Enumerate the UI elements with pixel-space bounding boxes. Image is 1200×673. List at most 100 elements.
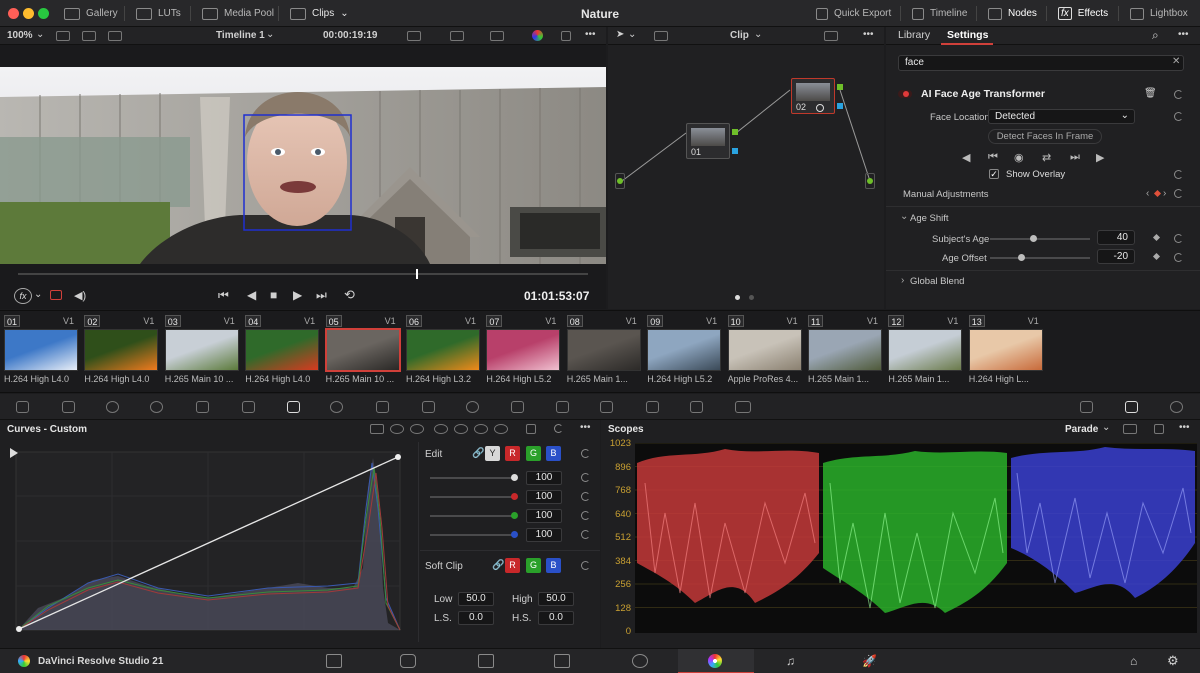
color-wheels-icon[interactable] — [106, 401, 119, 413]
tab-settings[interactable]: Settings — [947, 29, 988, 41]
reset-icon[interactable] — [1174, 253, 1183, 262]
more-options-icon[interactable]: ••• — [863, 29, 874, 40]
more-options-icon[interactable]: ••• — [1178, 29, 1189, 40]
qualifier-icon[interactable] — [490, 31, 504, 41]
scope-settings-icon[interactable] — [1123, 424, 1137, 434]
clip-thumbnail[interactable]: 03 V1 H.265 Main 10 ... — [161, 313, 239, 389]
channel-g-button[interactable]: G — [526, 446, 541, 461]
chevron-down-icon[interactable]: ⌄ — [900, 211, 908, 222]
hs-input[interactable]: 0.0 — [538, 611, 574, 625]
gallery-button[interactable]: Gallery — [58, 0, 124, 27]
softclip-g-button[interactable]: G — [526, 558, 541, 573]
lum-vs-sat-icon[interactable] — [454, 424, 468, 434]
reset-icon[interactable] — [1174, 90, 1183, 99]
playhead-scrubber[interactable] — [18, 273, 588, 275]
single-viewer-icon[interactable] — [56, 31, 70, 41]
timeline-selector[interactable]: Timeline 1 — [216, 30, 265, 41]
color-page-tab[interactable] — [678, 649, 754, 673]
channel-y-button[interactable]: Y — [485, 446, 500, 461]
luts-button[interactable]: LUTs — [130, 0, 187, 27]
hue-vs-hue-icon[interactable] — [390, 424, 404, 434]
curves-icon[interactable] — [287, 401, 300, 413]
fullscreen-icon[interactable] — [561, 31, 571, 41]
age-offset-slider-knob[interactable] — [1018, 254, 1025, 261]
clip-thumbnail[interactable]: 13 V1 H.264 High L... — [965, 313, 1043, 389]
step-forward-icon[interactable]: ⏭ — [1070, 151, 1080, 164]
face-location-dropdown[interactable]: Detected ⌄ — [988, 109, 1135, 124]
keyframe-next-icon[interactable]: › — [1163, 188, 1166, 199]
timeline-button[interactable]: Timeline — [906, 0, 973, 27]
color-warper-icon[interactable] — [330, 401, 343, 413]
play-reverse-icon[interactable]: ◀ — [247, 288, 256, 302]
clip-thumbnail[interactable]: 09 V1 H.264 High L5.2 — [643, 313, 722, 389]
reset-icon[interactable] — [1174, 189, 1183, 198]
viewer-mode-icon[interactable] — [407, 31, 421, 41]
home-icon[interactable]: ⌂ — [1130, 654, 1137, 668]
more-options-icon[interactable]: ••• — [580, 422, 591, 433]
layers-icon[interactable] — [50, 290, 62, 300]
step-back-icon[interactable]: ⏮ — [988, 151, 998, 164]
loop-icon[interactable]: ⟲ — [344, 287, 355, 303]
output-node[interactable] — [867, 178, 873, 184]
intensity-y-input[interactable]: 100 — [526, 471, 562, 485]
clip-thumbnail[interactable]: 07 V1 H.264 High L5.2 — [482, 313, 561, 389]
trash-icon[interactable]: 🗑 — [1144, 88, 1157, 99]
tab-library[interactable]: Library — [898, 29, 930, 41]
intensity-r-input[interactable]: 100 — [526, 490, 562, 504]
node-graph-icon[interactable] — [824, 31, 838, 41]
page-dot[interactable] — [749, 295, 754, 300]
curve-mode-icon[interactable] — [370, 424, 384, 434]
speaker-icon[interactable]: ◀) — [74, 289, 86, 302]
scopes-icon[interactable] — [1125, 401, 1138, 413]
info-icon[interactable] — [1170, 401, 1183, 413]
low-input[interactable]: 50.0 — [458, 592, 494, 606]
zoom-window-button[interactable] — [38, 8, 49, 19]
subjects-age-slider[interactable] — [990, 238, 1090, 240]
expand-icon[interactable] — [1154, 424, 1164, 434]
deliver-page-icon[interactable]: 🚀 — [862, 654, 877, 668]
subjects-age-input[interactable]: 40 — [1097, 230, 1135, 245]
clip-thumbnail[interactable]: 04 V1 H.264 High L4.0 — [241, 313, 320, 389]
hue-vs-sat-icon[interactable] — [410, 424, 424, 434]
pointer-icon[interactable]: ➤ — [616, 29, 624, 40]
keyframe-diamond-icon[interactable] — [1153, 189, 1162, 198]
media-pool-button[interactable]: Media Pool — [196, 0, 280, 27]
lightbox-button[interactable]: Lightbox — [1124, 0, 1194, 27]
more-options-icon[interactable]: ••• — [1179, 422, 1190, 433]
media-page-icon[interactable] — [326, 654, 342, 668]
reset-icon[interactable] — [1174, 112, 1183, 121]
link-icon[interactable]: 🔗 — [472, 448, 484, 459]
more-options-icon[interactable]: ••• — [585, 29, 596, 40]
softclip-b-button[interactable]: B — [546, 558, 561, 573]
ls-input[interactable]: 0.0 — [458, 611, 494, 625]
edit-page-icon[interactable] — [478, 654, 494, 668]
gear-icon[interactable]: ⚙ — [1167, 653, 1179, 669]
page-dot[interactable] — [735, 295, 740, 300]
age-offset-slider[interactable] — [990, 257, 1090, 259]
sat-vs-lum-icon[interactable] — [494, 424, 508, 434]
stop-icon[interactable]: ■ — [270, 288, 277, 302]
search-icon[interactable]: ⌕ — [1152, 28, 1159, 43]
rgb-mixer-icon[interactable] — [196, 401, 209, 413]
hue-vs-lum-icon[interactable] — [434, 424, 448, 434]
keyframes-icon[interactable] — [1080, 401, 1093, 413]
skip-forward-icon[interactable]: ⏭ — [316, 288, 327, 303]
keyframe-prev-icon[interactable]: ‹ — [1146, 188, 1149, 199]
show-overlay-checkbox[interactable]: ✓ — [989, 169, 999, 179]
clip-thumbnail[interactable]: 10 V1 Apple ProRes 4... — [724, 313, 802, 389]
fairlight-brush-icon[interactable] — [632, 654, 648, 668]
track-icon[interactable]: ◉ — [1014, 151, 1024, 164]
node-layout-icon[interactable] — [654, 31, 668, 41]
curve-graph[interactable] — [8, 448, 412, 634]
clip-thumbnail[interactable]: 11 V1 H.265 Main 1... — [804, 313, 882, 389]
key-icon[interactable] — [600, 401, 613, 413]
keyframe-diamond-icon[interactable] — [1152, 252, 1161, 261]
node-01[interactable]: 01 — [686, 123, 730, 159]
intensity-b-input[interactable]: 100 — [526, 528, 562, 542]
reset-icon[interactable] — [1174, 170, 1183, 179]
effect-enable-toggle[interactable] — [898, 90, 912, 98]
motion-effects-icon[interactable] — [242, 401, 255, 413]
3d-icon[interactable] — [735, 401, 751, 413]
hdr-wheels-icon[interactable] — [150, 401, 163, 413]
clip-thumbnail[interactable]: 05 V1 H.265 Main 10 ... — [322, 313, 401, 389]
